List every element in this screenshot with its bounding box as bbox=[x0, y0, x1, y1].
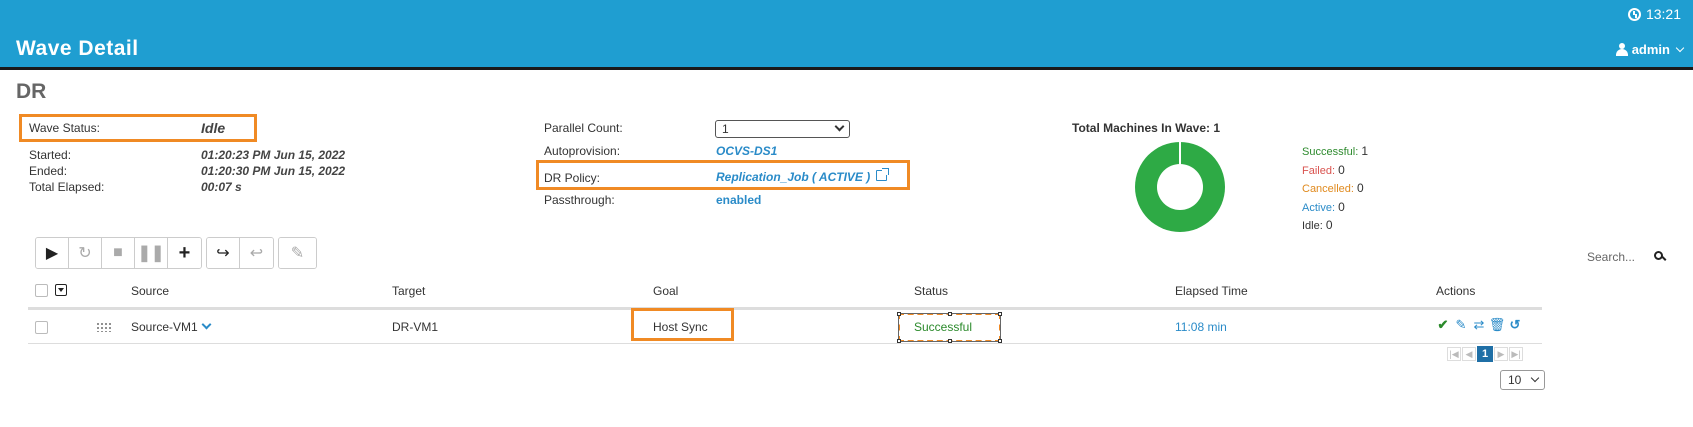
search-input[interactable]: Search... bbox=[1587, 250, 1635, 264]
reset-icon[interactable]: ↺ bbox=[1508, 317, 1522, 332]
redo-icon: ↪ bbox=[216, 245, 230, 262]
autoprovision-label: Autoprovision: bbox=[544, 144, 621, 158]
legend-idle: Idle: 0 bbox=[1302, 218, 1333, 232]
clock-icon bbox=[1627, 7, 1641, 21]
dr-policy-label: DR Policy: bbox=[544, 171, 601, 185]
clock: 13:21 bbox=[1627, 6, 1681, 22]
elapsed-label: Total Elapsed: bbox=[29, 180, 105, 194]
goal-highlight bbox=[631, 308, 734, 341]
table-header: Source Target Goal Status Elapsed Time A… bbox=[28, 280, 1542, 310]
page-title: DR bbox=[16, 80, 47, 103]
last-page-button[interactable]: ▶| bbox=[1509, 347, 1523, 361]
chevron-down-icon bbox=[834, 121, 845, 132]
expand-chevron-icon[interactable] bbox=[201, 319, 212, 330]
edit-icon: ✎ bbox=[290, 245, 305, 262]
redo-button[interactable]: ↪ bbox=[207, 238, 240, 268]
history-controls: ↪ ↩ bbox=[206, 237, 274, 269]
check-icon[interactable]: ✔ bbox=[1436, 317, 1450, 332]
restart-icon: ↻ bbox=[78, 245, 92, 262]
external-link-icon[interactable] bbox=[876, 168, 889, 181]
drag-handle-icon[interactable] bbox=[96, 322, 112, 332]
column-elapsed-time[interactable]: Elapsed Time bbox=[1175, 284, 1248, 298]
row-checkbox[interactable] bbox=[35, 321, 48, 334]
edit-icon[interactable]: ✎ bbox=[1454, 317, 1468, 332]
status-legend: Successful: 1 Failed: 0 Cancelled: 0 Act… bbox=[1302, 143, 1368, 236]
started-value: 01:20:23 PM Jun 15, 2022 bbox=[201, 148, 346, 162]
legend-failed: Failed: 0 bbox=[1302, 162, 1345, 177]
parallel-count-value: 1 bbox=[722, 122, 729, 136]
add-icon: + bbox=[178, 241, 191, 264]
clock-time: 13:21 bbox=[1645, 6, 1681, 22]
row-target: DR-VM1 bbox=[392, 320, 439, 334]
page-button-current[interactable]: 1 bbox=[1477, 346, 1493, 362]
status-selection-box bbox=[897, 312, 1002, 343]
parallel-count-select[interactable]: 1 bbox=[715, 120, 850, 138]
passthrough-value[interactable]: enabled bbox=[716, 193, 761, 207]
trash-icon[interactable]: 🗑 bbox=[1489, 317, 1506, 332]
per-page-value: 10 bbox=[1508, 373, 1522, 387]
legend-cancelled: Cancelled: 0 bbox=[1302, 181, 1364, 195]
column-status[interactable]: Status bbox=[914, 284, 948, 298]
ended-label: Ended: bbox=[29, 164, 68, 178]
add-button[interactable]: + bbox=[168, 238, 201, 268]
wave-toolbar: ▶ ↻ ■ ❚❚ + ↪ ↩ ✎ bbox=[35, 237, 317, 269]
row-actions: ✔ ✎ ⇄ 🗑 ↺ bbox=[1436, 317, 1522, 332]
dr-policy-link[interactable]: Replication_Job ( ACTIVE ) bbox=[716, 170, 870, 184]
play-button[interactable]: ▶ bbox=[36, 238, 69, 268]
row-source: Source-VM1 bbox=[131, 319, 212, 334]
play-icon: ▶ bbox=[45, 245, 59, 262]
column-source[interactable]: Source bbox=[131, 284, 169, 298]
undo-icon: ↩ bbox=[249, 245, 264, 262]
column-actions: Actions bbox=[1436, 284, 1476, 298]
user-icon bbox=[1615, 43, 1628, 56]
autoprovision-link[interactable]: OCVS-DS1 bbox=[716, 144, 777, 158]
pause-icon: ❚❚ bbox=[137, 245, 165, 262]
started-label: Started: bbox=[29, 148, 72, 162]
column-goal[interactable]: Goal bbox=[653, 284, 678, 298]
first-page-button[interactable]: |◀ bbox=[1447, 347, 1461, 361]
summary-title: Total Machines In Wave: 1 bbox=[1072, 121, 1221, 135]
wave-status-label: Wave Status: bbox=[29, 121, 100, 135]
restart-button[interactable]: ↻ bbox=[69, 238, 102, 268]
prev-page-button[interactable]: ◀ bbox=[1462, 347, 1476, 361]
undo-button[interactable]: ↩ bbox=[240, 238, 273, 268]
user-menu[interactable]: admin bbox=[1615, 42, 1685, 57]
user-name: admin bbox=[1631, 42, 1670, 57]
row-source-text: Source-VM1 bbox=[131, 320, 198, 334]
elapsed-value: 00:07 s bbox=[201, 180, 242, 194]
passthrough-label: Passthrough: bbox=[544, 193, 615, 207]
select-menu-dropdown[interactable] bbox=[55, 284, 67, 296]
wave-status-value: Idle bbox=[201, 120, 226, 136]
parallel-count-label: Parallel Count: bbox=[544, 121, 623, 135]
app-title: Wave Detail bbox=[16, 37, 139, 60]
swap-icon[interactable]: ⇄ bbox=[1472, 317, 1486, 332]
chevron-down-icon bbox=[1675, 43, 1685, 52]
edit-controls: ✎ bbox=[278, 237, 317, 269]
stop-icon: ■ bbox=[113, 244, 123, 261]
run-controls: ▶ ↻ ■ ❚❚ + bbox=[35, 237, 202, 269]
edit-button[interactable]: ✎ bbox=[279, 238, 316, 268]
row-elapsed-time[interactable]: 11:08 min bbox=[1175, 320, 1227, 334]
per-page-select[interactable]: 10 bbox=[1500, 370, 1545, 390]
ended-value: 01:20:30 PM Jun 15, 2022 bbox=[201, 164, 346, 178]
chevron-down-icon bbox=[1530, 373, 1540, 383]
top-bar: 13:21 Wave Detail admin bbox=[0, 0, 1693, 70]
stop-button[interactable]: ■ bbox=[102, 238, 135, 268]
search-icon[interactable] bbox=[1654, 251, 1663, 260]
table-row: Source-VM1 DR-VM1 Host Sync Successful 1… bbox=[28, 312, 1542, 344]
column-target[interactable]: Target bbox=[392, 284, 425, 298]
next-page-button[interactable]: ▶ bbox=[1494, 347, 1508, 361]
select-all-checkbox[interactable] bbox=[35, 284, 48, 297]
status-donut-chart bbox=[1135, 142, 1225, 232]
legend-successful: Successful: 1 bbox=[1302, 144, 1368, 158]
legend-active: Active: 0 bbox=[1302, 199, 1345, 214]
pause-button[interactable]: ❚❚ bbox=[135, 238, 168, 268]
pagination: |◀ ◀ 1 ▶ ▶| bbox=[1447, 346, 1523, 362]
